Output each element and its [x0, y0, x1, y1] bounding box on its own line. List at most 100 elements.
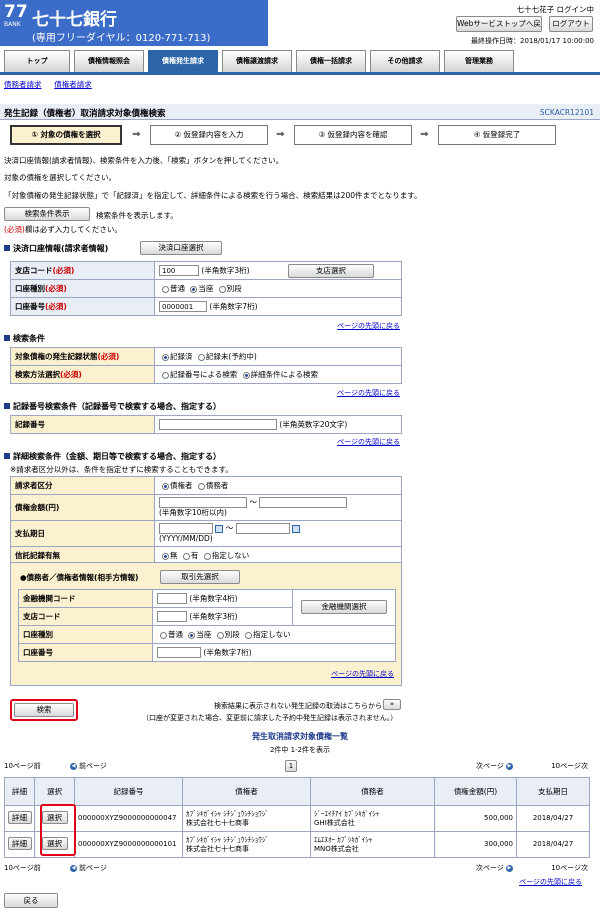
- due-to-input[interactable]: [235, 523, 290, 534]
- radio-current[interactable]: [190, 285, 198, 293]
- detail-button[interactable]: 詳細: [7, 836, 32, 850]
- next-page-bottom[interactable]: 次ページ ▶: [476, 863, 515, 873]
- branch-code-cell: 100 (半角数字3桁) 支店選択: [154, 261, 402, 280]
- branch-select-button[interactable]: 支店選択: [287, 263, 374, 278]
- tab-other[interactable]: その他請求: [370, 50, 440, 72]
- fin-code-hint: (半角数字4桁): [189, 593, 238, 603]
- prev-arrow-icon: ◀: [70, 864, 77, 872]
- radio-special[interactable]: [218, 285, 226, 293]
- account-number-hint: (半角数字7桁): [209, 301, 258, 311]
- branch-code-hint: (半角数字3桁): [201, 265, 250, 275]
- prev-page-bottom[interactable]: ◀ 前ページ: [68, 863, 107, 873]
- unlisted-note-2: （口座が変更された場合、変更前に請求した予約中発生記録は表示されません。）: [142, 714, 398, 722]
- step-4: ④ 仮登録完了: [438, 125, 556, 145]
- tab-bulk[interactable]: 債権一括請求: [296, 50, 366, 72]
- account-select-button[interactable]: 決済口座選択: [140, 241, 222, 255]
- creditor-cell: ｶﾌﾞｼｷｶﾞｲｼｬ ｼﾁｼﾞｭｳｼﾁｼｮｳｼﾞ 株式会社七十七商事: [182, 805, 311, 832]
- date-hint: (YYYY/MM/DD): [159, 534, 213, 543]
- radio-debtor[interactable]: [197, 482, 205, 490]
- logo-number: 77: [4, 2, 28, 22]
- web-top-button[interactable]: Webサービストップへ戻る: [456, 16, 542, 32]
- radio-ordinary[interactable]: [162, 285, 169, 293]
- radio-by-record-number[interactable]: [162, 371, 169, 379]
- radio-trust-yes[interactable]: [182, 552, 190, 560]
- back-button[interactable]: 戻る: [4, 893, 58, 908]
- tab-bar-line: [0, 72, 600, 75]
- col-detail: 詳細: [4, 777, 35, 806]
- creditor-cell: ｶﾌﾞｼｷｶﾞｲｼｬ ｼﾁｼﾞｭｳｼﾁｼｮｳｼﾞ 株式会社七十七商事: [182, 831, 311, 858]
- subnav-debtor-request[interactable]: 債務者請求: [4, 80, 42, 89]
- account-number-input[interactable]: 0000001: [159, 301, 207, 313]
- prev10-link[interactable]: 10ページ前: [4, 761, 41, 771]
- fin-code-label: 金融機関コード: [18, 589, 153, 608]
- cp-branch-input[interactable]: [157, 611, 187, 623]
- account-to-top-link[interactable]: ページの先頭に戻る: [337, 321, 400, 331]
- next10-link-bottom[interactable]: 10ページ次: [551, 863, 588, 873]
- record-status-cell: 記録済 記録未(予約中): [154, 347, 402, 366]
- detail-table: 請求者区分 債権者 債務者 債権金額(円) ～ (半角数字10桁以内) 支払期日…: [10, 476, 402, 565]
- amount-label: 債権金額(円): [10, 494, 155, 521]
- account-table: 支店コード(必須) 100 (半角数字3桁) 支店選択 口座種別(必須) 普通 …: [10, 261, 402, 316]
- radio-trust-none[interactable]: [162, 552, 169, 560]
- tab-top[interactable]: トップ: [4, 50, 70, 72]
- record-number: 000000XYZ9000000000101: [74, 831, 183, 858]
- cp-branch-cell: (半角数字3桁): [152, 607, 293, 626]
- tab-issuance[interactable]: 債権発生請求: [148, 50, 218, 72]
- search-button[interactable]: 検索: [14, 703, 74, 717]
- cp-branch-hint: (半角数字3桁): [189, 611, 238, 621]
- branch-code-input[interactable]: 100: [159, 265, 199, 276]
- prev10-link-bottom[interactable]: 10ページ前: [4, 863, 41, 873]
- search-to-top-link[interactable]: ページの先頭に戻る: [337, 388, 400, 398]
- amount-from-input[interactable]: [159, 497, 247, 508]
- radio-cp-ordinary[interactable]: [160, 631, 167, 639]
- prev-page[interactable]: ◀ 前ページ: [68, 761, 107, 771]
- screen-code: SCKACR12101: [539, 108, 594, 117]
- user-status: 七十七花子 ログイン中: [516, 5, 594, 14]
- tab-transfer[interactable]: 債権譲渡請求: [222, 50, 292, 72]
- detail-button[interactable]: 詳細: [7, 810, 32, 824]
- search-table: 対象債権の発生記録状態(必須) 記録済 記録未(予約中) 検索方法選択(必須) …: [10, 347, 402, 384]
- detail-cell: 詳細: [4, 805, 35, 832]
- counterparty-title: ●債務者／債権者情報(相手方情報): [20, 573, 139, 582]
- tab-admin[interactable]: 管理業務: [444, 50, 514, 72]
- radio-creditor[interactable]: [162, 482, 169, 490]
- record-number-cell: (半角英数字20文字): [154, 415, 402, 434]
- radio-trust-any[interactable]: [203, 552, 211, 560]
- due-date: 2018/04/27: [516, 831, 590, 858]
- page-number[interactable]: 1: [285, 760, 297, 772]
- calendar-icon[interactable]: [215, 524, 224, 533]
- fin-code-input[interactable]: [157, 593, 187, 605]
- radio-by-detail[interactable]: [242, 371, 250, 379]
- col-select: 選択: [34, 777, 75, 806]
- account-type-label: 口座種別(必須): [10, 279, 155, 298]
- unlisted-next-button[interactable]: »: [383, 699, 401, 710]
- logout-button[interactable]: ログアウト: [549, 16, 593, 32]
- table-row: 詳細 選択 000000XYZ9000000000101 ｶﾌﾞｼｷｶﾞｲｼｬ …: [4, 831, 590, 858]
- radio-cp-any[interactable]: [245, 631, 253, 639]
- due-from-input[interactable]: [159, 523, 213, 534]
- record-to-top-link[interactable]: ページの先頭に戻る: [337, 437, 400, 447]
- toggle-conditions-button[interactable]: 検索条件表示: [4, 207, 90, 221]
- bank-name: 七十七銀行: [32, 10, 117, 30]
- fin-select-button[interactable]: 金融機関選択: [301, 599, 387, 614]
- required-mark: (必須): [4, 225, 25, 234]
- radio-reserved[interactable]: [197, 353, 205, 361]
- record-number-input[interactable]: [159, 419, 277, 431]
- radio-cp-special[interactable]: [216, 631, 224, 639]
- amount-to-input[interactable]: [259, 497, 348, 508]
- calendar-icon[interactable]: [292, 524, 301, 533]
- detail-section-title: 詳細検索条件（金額、期日等で検索する場合、指定する）: [4, 451, 221, 462]
- subnav-creditor-request[interactable]: 債権者請求: [54, 80, 92, 89]
- cp-number-input[interactable]: [157, 647, 201, 659]
- counterparty-select-button[interactable]: 取引先選択: [160, 570, 240, 584]
- record-number: 000000XYZ9000000000047: [74, 805, 183, 832]
- results-to-top-link[interactable]: ページの先頭に戻る: [519, 877, 582, 887]
- radio-recorded[interactable]: [162, 353, 169, 361]
- next10-link[interactable]: 10ページ次: [551, 761, 588, 771]
- next-page[interactable]: 次ページ ▶: [476, 761, 515, 771]
- tab-inquiry[interactable]: 債権情報照会: [74, 50, 144, 72]
- radio-cp-current[interactable]: [188, 631, 196, 639]
- fin-select-cell: 金融機関選択: [292, 589, 396, 626]
- instruction-1: 決済口座情報(請求者情報)、検索条件を入力後、「検索」ボタンを押してください。: [4, 156, 284, 165]
- counterparty-to-top-link[interactable]: ページの先頭に戻る: [331, 669, 394, 679]
